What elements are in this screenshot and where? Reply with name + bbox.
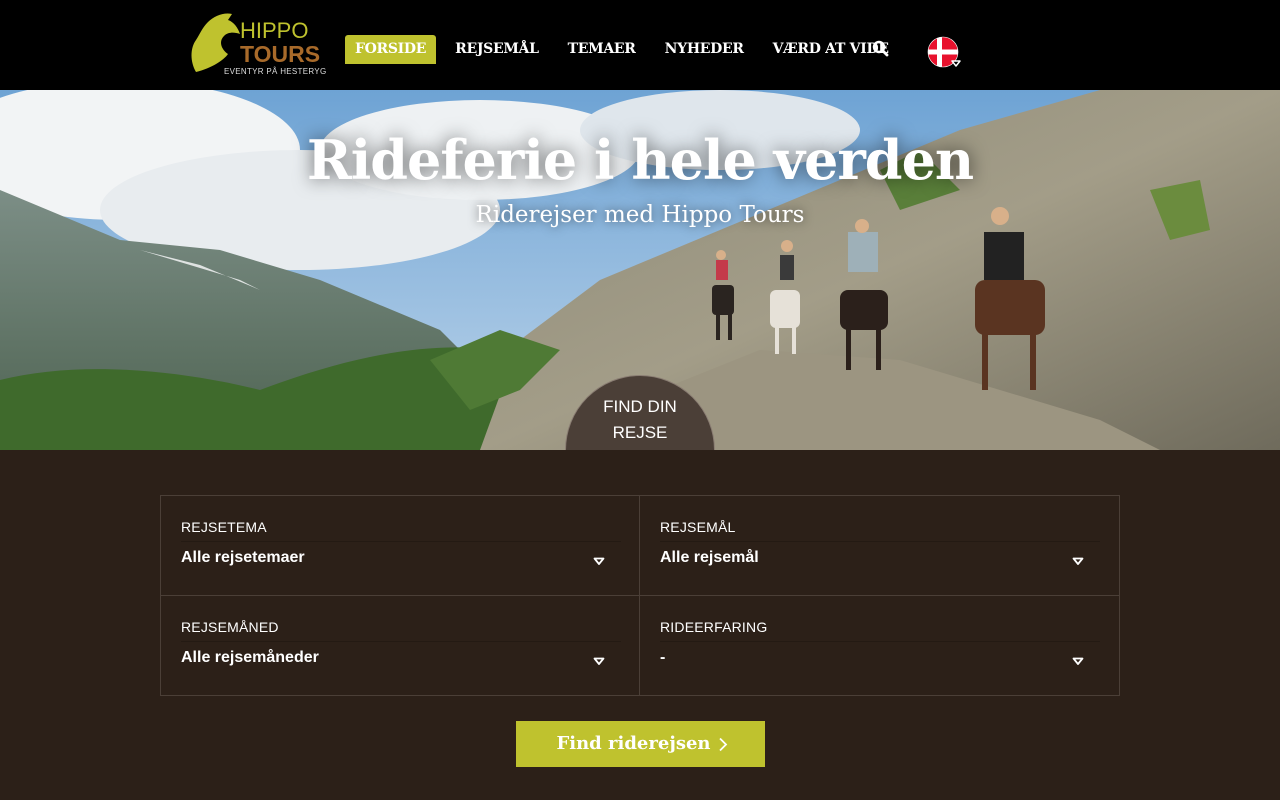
submit-label: Find riderejsen: [556, 733, 711, 754]
select-value: Alle rejsetemaer: [181, 549, 305, 566]
danish-flag-icon: [927, 36, 961, 68]
main-nav: FORSIDE REJSEMÅL TEMAER NYHEDER VÆRD AT …: [345, 35, 908, 64]
badge-line1: FIND DIN: [603, 397, 677, 416]
nav-item-forside[interactable]: FORSIDE: [345, 35, 437, 64]
select-value: Alle rejsemål: [660, 549, 759, 566]
hero-banner: Rideferie i hele verden Riderejser med H…: [0, 90, 1280, 450]
field-label: REJSEMÅNED: [181, 619, 279, 635]
logo-line1: HIPPO: [240, 18, 309, 43]
search-icon[interactable]: [872, 40, 890, 58]
hero-title: Rideferie i hele verden: [306, 128, 974, 192]
site-header: HIPPO TOURS EVENTYR PÅ HESTERYG FORSIDE …: [0, 0, 1280, 90]
find-riderejsen-button[interactable]: Find riderejsen: [516, 721, 765, 767]
chevron-right-icon: [719, 737, 728, 752]
badge-line2: REJSE: [612, 423, 668, 442]
field-rideerfaring: RIDEERFARING -: [640, 596, 1119, 696]
field-rejsemaned: REJSEMÅNED Alle rejsemåneder: [161, 596, 640, 696]
chevron-down-icon: [593, 557, 605, 565]
chevron-down-icon: [1072, 657, 1084, 665]
logo-tagline: EVENTYR PÅ HESTERYG: [224, 67, 327, 76]
trip-search-form: REJSETEMA Alle rejsetemaer REJSEMÅL Alle…: [160, 495, 1120, 696]
select-rideerfaring[interactable]: -: [660, 641, 1100, 673]
select-rejsemaned[interactable]: Alle rejsemåneder: [181, 641, 621, 673]
field-rejsemal: REJSEMÅL Alle rejsemål: [640, 496, 1119, 596]
field-label: REJSEMÅL: [660, 519, 736, 535]
chevron-down-icon: [593, 657, 605, 665]
field-label: REJSETEMA: [181, 519, 267, 535]
select-rejsetema[interactable]: Alle rejsetemaer: [181, 541, 621, 573]
nav-item-temaer[interactable]: TEMAER: [558, 35, 646, 64]
field-label: RIDEERFARING: [660, 619, 768, 635]
field-rejsetema: REJSETEMA Alle rejsetemaer: [161, 496, 640, 596]
select-value: Alle rejsemåneder: [181, 649, 319, 666]
language-switcher[interactable]: [927, 36, 963, 72]
select-rejsemal[interactable]: Alle rejsemål: [660, 541, 1100, 573]
nav-item-nyheder[interactable]: NYHEDER: [655, 35, 754, 64]
hero-subtitle: Riderejser med Hippo Tours: [475, 202, 805, 228]
nav-item-rejsemal[interactable]: REJSEMÅL: [445, 35, 549, 64]
logo-line2: TOURS: [240, 41, 321, 67]
hippo-tours-logo[interactable]: HIPPO TOURS EVENTYR PÅ HESTERYG: [188, 10, 326, 80]
select-value: -: [660, 649, 666, 666]
chevron-down-icon: [1072, 557, 1084, 565]
